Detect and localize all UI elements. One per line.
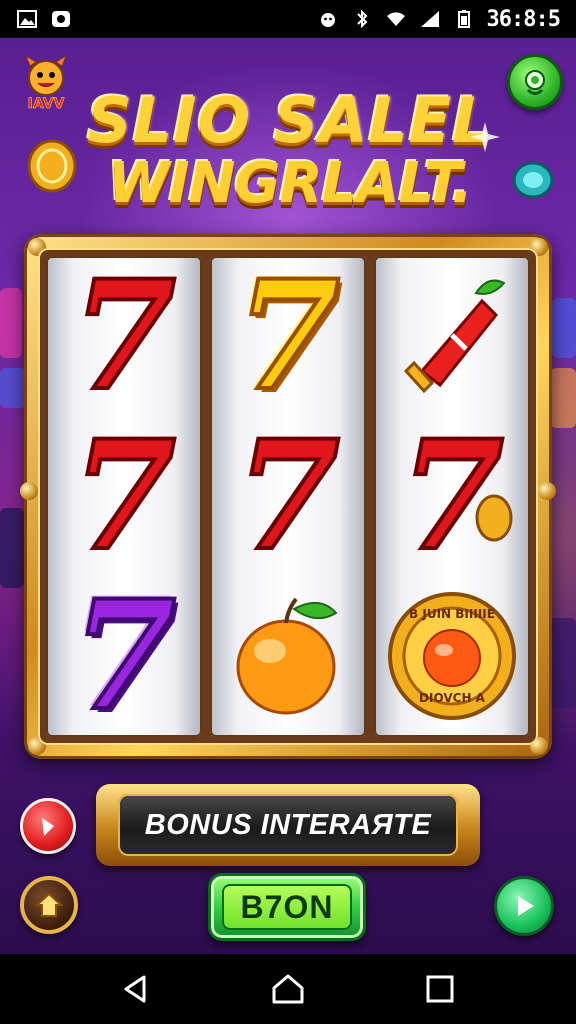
reel-2[interactable]: 7 7 bbox=[210, 256, 366, 737]
bonus-coin-top-text: B JUIN BIIIIIE bbox=[409, 607, 495, 621]
settings-button[interactable] bbox=[507, 54, 563, 110]
sparkle-icon bbox=[470, 122, 500, 152]
reel-symbol-bonus-coin: B JUIN BIIIIIE DIOVCH A bbox=[374, 576, 530, 736]
background-neon-sign-left-2 bbox=[0, 368, 26, 408]
reel-symbol-seven-yellow: 7 bbox=[210, 256, 366, 416]
reel-symbol-seven-purple: 7 bbox=[46, 576, 202, 736]
wifi-icon bbox=[386, 12, 405, 26]
reel-symbol-seven-red: 7 bbox=[46, 416, 202, 576]
bonus-interact-button[interactable]: BONUS INTERAЯTE bbox=[96, 784, 480, 866]
seven-symbol: 7 bbox=[234, 256, 342, 424]
gold-coin-icon bbox=[475, 494, 513, 542]
recents-icon bbox=[426, 975, 454, 1003]
gold-coin-icon bbox=[27, 139, 77, 193]
navigation-bar bbox=[0, 954, 576, 1024]
orange-fruit-icon bbox=[236, 597, 338, 715]
bonus-label: BONUS INTERAЯTE bbox=[144, 808, 432, 841]
teal-chip-icon bbox=[512, 161, 554, 199]
gallery-icon bbox=[17, 10, 37, 28]
bonus-coin-bottom-text: DIOVCH A bbox=[419, 691, 486, 705]
game-title: SLIO SALEL WINGRLALT. bbox=[80, 88, 500, 214]
status-left bbox=[16, 9, 72, 29]
mascot-logo: IAVV bbox=[24, 54, 68, 112]
home-nav-button[interactable] bbox=[264, 965, 312, 1013]
battery-icon bbox=[457, 10, 470, 28]
status-bar: 36:8:5 bbox=[0, 0, 576, 38]
play-button[interactable] bbox=[494, 876, 554, 936]
seven-symbol: 7 bbox=[70, 256, 178, 424]
background-neon-sign-right bbox=[552, 298, 576, 358]
seven-symbol: 7 bbox=[70, 568, 178, 737]
spin-button-inner: B7ON bbox=[222, 884, 352, 930]
home-icon bbox=[272, 974, 304, 1004]
home-icon bbox=[34, 892, 64, 917]
game-title-line-2: WINGRLALT. bbox=[108, 151, 473, 216]
frame-side-stud bbox=[20, 482, 38, 500]
cracker-icon bbox=[403, 279, 506, 394]
back-icon bbox=[124, 975, 146, 1003]
background-neon-sign-left bbox=[0, 288, 22, 358]
back-button[interactable] bbox=[112, 965, 160, 1013]
play-icon bbox=[518, 896, 534, 916]
bonus-coin-icon: B JUIN BIIIIIE DIOVCH A bbox=[388, 592, 516, 720]
stop-icon bbox=[42, 818, 54, 836]
reels: 7 7 7 7 7 7 B JUIN BIIIIIE DIOVCH A bbox=[46, 256, 530, 737]
recents-button[interactable] bbox=[416, 965, 464, 1013]
slot-machine-frame: 7 7 7 7 7 7 B JUIN BIIIIIE DIOVCH A bbox=[20, 234, 556, 759]
bonus-panel-inner: BONUS INTERAЯTE bbox=[118, 794, 458, 856]
frame-side-stud bbox=[538, 482, 556, 500]
slot-game-screen: IAVV SLIO SALEL WINGRLALT. 7 7 7 7 7 7 B… bbox=[0, 38, 576, 954]
stop-button[interactable] bbox=[20, 798, 76, 854]
seven-symbol: 7 bbox=[70, 408, 178, 584]
clock: 36:8:5 bbox=[486, 6, 561, 32]
message-icon bbox=[52, 11, 70, 27]
cat-icon bbox=[320, 13, 335, 27]
bluetooth-icon bbox=[356, 9, 367, 29]
reel-symbol-orange-slice bbox=[374, 256, 530, 416]
spin-label: B7ON bbox=[240, 888, 334, 925]
background-machine-right bbox=[548, 618, 576, 708]
background-machine-left bbox=[0, 508, 24, 588]
seven-symbol: 7 bbox=[234, 408, 342, 584]
status-right: 36:8:5 bbox=[317, 6, 561, 32]
game-title-line-1: SLIO SALEL bbox=[87, 84, 493, 157]
reel-symbol-orange bbox=[210, 576, 366, 736]
home-button[interactable] bbox=[20, 876, 78, 934]
reel-symbol-seven-red: 7 bbox=[210, 416, 366, 576]
reel-symbol-seven-red: 7 bbox=[46, 256, 202, 416]
reel-1[interactable]: 7 7 7 bbox=[46, 256, 202, 737]
spin-button[interactable]: B7ON bbox=[208, 873, 366, 941]
gear-icon bbox=[525, 70, 545, 95]
mascot-logo-text: IAVV bbox=[28, 96, 65, 112]
background-neon-sign-right-2 bbox=[550, 368, 576, 428]
signal-icon bbox=[420, 11, 439, 27]
